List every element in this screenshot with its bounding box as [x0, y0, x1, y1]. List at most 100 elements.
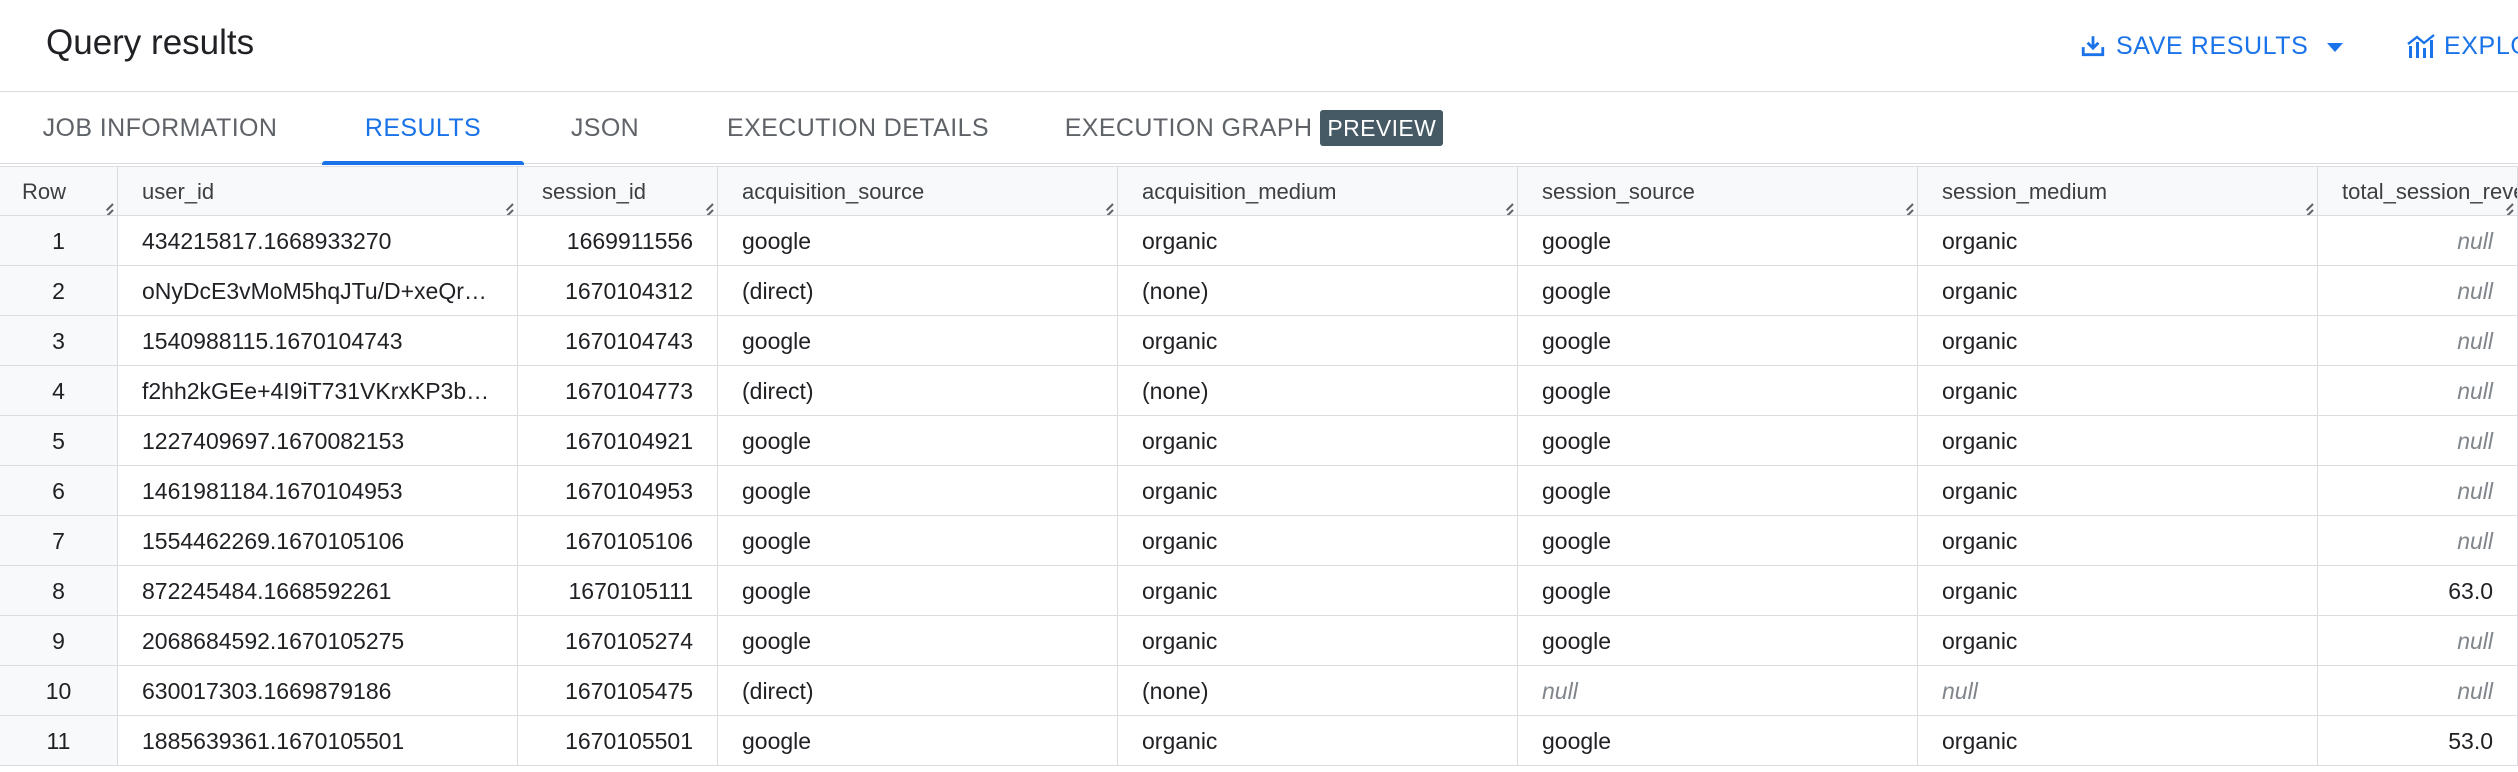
cell-acquisition-source[interactable]: (direct) [718, 266, 1118, 316]
cell-session-source[interactable]: google [1518, 466, 1918, 516]
cell-user-id[interactable]: 1461981184.1670104953 [118, 466, 518, 516]
tab-execution-graph[interactable]: EXECUTION GRAPH PREVIEW [1064, 92, 1444, 164]
column-header-user-id[interactable]: user_id [118, 166, 518, 216]
cell-row-number[interactable]: 8 [0, 566, 118, 616]
cell-session-id[interactable]: 1670104312 [518, 266, 718, 316]
cell-session-source[interactable]: google [1518, 566, 1918, 616]
cell-row-number[interactable]: 2 [0, 266, 118, 316]
cell-acquisition-medium[interactable]: organic [1118, 316, 1518, 366]
cell-session-source[interactable]: google [1518, 416, 1918, 466]
column-resize-handle[interactable] [1499, 197, 1513, 211]
column-header-row[interactable]: Row [0, 166, 118, 216]
table-row[interactable]: 10 630017303.1669879186 1670105475 (direct)… [0, 666, 2518, 716]
cell-row-number[interactable]: 11 [0, 716, 118, 766]
cell-session-id[interactable]: 1670105501 [518, 716, 718, 766]
cell-row-number[interactable]: 9 [0, 616, 118, 666]
cell-session-medium[interactable]: organic [1918, 366, 2318, 416]
cell-session-id[interactable]: 1670104953 [518, 466, 718, 516]
cell-acquisition-source[interactable]: google [718, 616, 1118, 666]
cell-acquisition-medium[interactable]: organic [1118, 216, 1518, 266]
cell-acquisition-source[interactable]: google [718, 316, 1118, 366]
cell-session-id[interactable]: 1670105111 [518, 566, 718, 616]
column-header-session-source[interactable]: session_source [1518, 166, 1918, 216]
cell-session-id[interactable]: 1670104773 [518, 366, 718, 416]
cell-session-id[interactable]: 1670105106 [518, 516, 718, 566]
cell-session-source[interactable]: google [1518, 516, 1918, 566]
caret-down-icon[interactable] [2326, 32, 2344, 61]
tab-json[interactable]: JSON [550, 92, 660, 164]
table-row[interactable]: 8 872245484.1668592261 1670105111 google org… [0, 566, 2518, 616]
cell-session-id[interactable]: 1670105475 [518, 666, 718, 716]
cell-session-id[interactable]: 1670104921 [518, 416, 718, 466]
table-row[interactable]: 6 1461981184.1670104953 1670104953 google or… [0, 466, 2518, 516]
cell-acquisition-source[interactable]: google [718, 716, 1118, 766]
cell-session-source[interactable]: null [1518, 666, 1918, 716]
cell-total-session-revenue[interactable]: 53.0 [2318, 716, 2518, 766]
tab-results[interactable]: RESULTS [322, 92, 524, 165]
cell-session-id[interactable]: 1670105274 [518, 616, 718, 666]
table-row[interactable]: 5 1227409697.1670082153 1670104921 google or… [0, 416, 2518, 466]
table-row[interactable]: 7 1554462269.1670105106 1670105106 google or… [0, 516, 2518, 566]
cell-total-session-revenue[interactable]: null [2318, 366, 2518, 416]
explore-data-button[interactable]: EXPLORE DATA [2406, 24, 2518, 68]
cell-acquisition-medium[interactable]: organic [1118, 566, 1518, 616]
column-header-acquisition-source[interactable]: acquisition_source [718, 166, 1118, 216]
cell-session-medium[interactable]: organic [1918, 416, 2318, 466]
column-resize-handle[interactable] [2499, 197, 2513, 211]
save-results-button[interactable]: SAVE RESULTS [2080, 24, 2344, 68]
cell-acquisition-medium[interactable]: organic [1118, 616, 1518, 666]
cell-session-source[interactable]: google [1518, 266, 1918, 316]
cell-session-source[interactable]: google [1518, 316, 1918, 366]
cell-user-id[interactable]: 872245484.1668592261 [118, 566, 518, 616]
cell-session-medium[interactable]: organic [1918, 516, 2318, 566]
cell-user-id[interactable]: f2hh2kGEe+4I9iT731VKrxKP3b… [118, 366, 518, 416]
table-row[interactable]: 4 f2hh2kGEe+4I9iT731VKrxKP3b… 1670104773 (d… [0, 366, 2518, 416]
cell-user-id[interactable]: 630017303.1669879186 [118, 666, 518, 716]
cell-session-medium[interactable]: organic [1918, 716, 2318, 766]
cell-acquisition-medium[interactable]: (none) [1118, 366, 1518, 416]
tab-job-information[interactable]: JOB INFORMATION [24, 92, 296, 164]
cell-acquisition-source[interactable]: google [718, 566, 1118, 616]
cell-user-id[interactable]: 1885639361.1670105501 [118, 716, 518, 766]
cell-row-number[interactable]: 4 [0, 366, 118, 416]
cell-total-session-revenue[interactable]: null [2318, 466, 2518, 516]
cell-row-number[interactable]: 10 [0, 666, 118, 716]
cell-acquisition-medium[interactable]: (none) [1118, 266, 1518, 316]
column-resize-handle[interactable] [1899, 197, 1913, 211]
cell-user-id[interactable]: 1554462269.1670105106 [118, 516, 518, 566]
table-row[interactable]: 11 1885639361.1670105501 1670105501 google o… [0, 716, 2518, 766]
tab-execution-details[interactable]: EXECUTION DETAILS [712, 92, 1004, 164]
cell-user-id[interactable]: 1540988115.1670104743 [118, 316, 518, 366]
column-header-session-id[interactable]: session_id [518, 166, 718, 216]
cell-total-session-revenue[interactable]: null [2318, 416, 2518, 466]
cell-session-medium[interactable]: organic [1918, 616, 2318, 666]
cell-total-session-revenue[interactable]: null [2318, 266, 2518, 316]
cell-row-number[interactable]: 6 [0, 466, 118, 516]
cell-session-source[interactable]: google [1518, 366, 1918, 416]
cell-acquisition-source[interactable]: google [718, 516, 1118, 566]
cell-total-session-revenue[interactable]: null [2318, 616, 2518, 666]
cell-session-medium[interactable]: organic [1918, 216, 2318, 266]
cell-session-source[interactable]: google [1518, 716, 1918, 766]
cell-acquisition-source[interactable]: google [718, 216, 1118, 266]
cell-session-source[interactable]: google [1518, 616, 1918, 666]
cell-row-number[interactable]: 7 [0, 516, 118, 566]
cell-acquisition-medium[interactable]: organic [1118, 416, 1518, 466]
column-resize-handle[interactable] [2299, 197, 2313, 211]
column-resize-handle[interactable] [99, 197, 113, 211]
table-row[interactable]: 3 1540988115.1670104743 1670104743 google or… [0, 316, 2518, 366]
cell-user-id[interactable]: 2068684592.1670105275 [118, 616, 518, 666]
table-row[interactable]: 9 2068684592.1670105275 1670105274 google or… [0, 616, 2518, 666]
cell-row-number[interactable]: 1 [0, 216, 118, 266]
column-header-total-session-revenue[interactable]: total_session_revenue [2318, 166, 2518, 216]
table-row[interactable]: 2 oNyDcE3vMoM5hqJTu/D+xeQr… 1670104312 (dir… [0, 266, 2518, 316]
column-header-session-medium[interactable]: session_medium [1918, 166, 2318, 216]
cell-acquisition-medium[interactable]: organic [1118, 516, 1518, 566]
cell-session-medium[interactable]: organic [1918, 266, 2318, 316]
cell-total-session-revenue[interactable]: 63.0 [2318, 566, 2518, 616]
cell-acquisition-source[interactable]: google [718, 466, 1118, 516]
cell-session-medium[interactable]: organic [1918, 316, 2318, 366]
cell-session-id[interactable]: 1670104743 [518, 316, 718, 366]
cell-user-id[interactable]: oNyDcE3vMoM5hqJTu/D+xeQr… [118, 266, 518, 316]
cell-session-medium[interactable]: null [1918, 666, 2318, 716]
